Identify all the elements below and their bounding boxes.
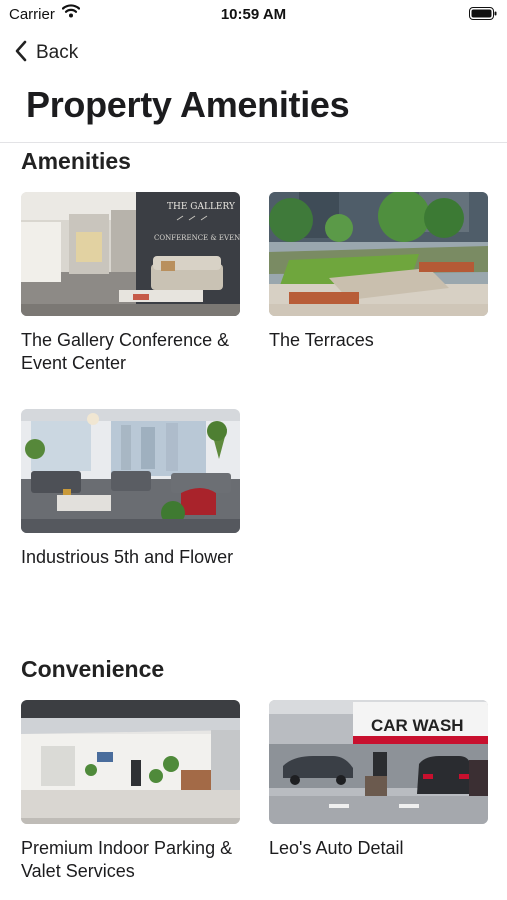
car-wash-sign: CAR WASH <box>371 716 464 735</box>
section-title-amenities: Amenities <box>21 148 131 174</box>
battery-icon <box>469 7 497 20</box>
chevron-left-icon <box>14 40 28 67</box>
status-time: 10:59 AM <box>220 6 287 23</box>
header-divider <box>0 142 507 143</box>
amenity-card-industrious[interactable]: Industrious 5th and Flower <box>21 409 240 569</box>
convenience-card-parking[interactable]: Premium Indoor Parking & Valet Services <box>21 700 240 883</box>
card-label: The Gallery Conference & Event Center <box>21 330 230 373</box>
card-label: Leo's Auto Detail <box>269 838 404 858</box>
amenity-card-gallery[interactable]: THE GALLERY CONFERENCE & EVENT C The Gal… <box>21 192 240 375</box>
parking-image <box>21 700 240 824</box>
terraces-image <box>269 192 488 316</box>
gallery-sign-title: THE GALLERY <box>167 202 236 212</box>
back-button[interactable]: Back <box>14 38 78 68</box>
card-label: The Terraces <box>269 330 374 350</box>
status-bar: Carrier 10:59 AM <box>0 0 507 30</box>
convenience-card-auto-detail[interactable]: CAR WASH Leo's Auto Detail <box>269 700 488 860</box>
back-label: Back <box>36 42 79 63</box>
industrious-image <box>21 409 240 533</box>
gallery-conference-image: THE GALLERY CONFERENCE & EVENT C <box>21 192 240 316</box>
card-label: Industrious 5th and Flower <box>21 547 234 567</box>
auto-detail-image: CAR WASH <box>269 700 488 824</box>
section-title-convenience: Convenience <box>21 656 165 682</box>
card-label: Premium Indoor Parking & Valet Services <box>21 838 233 881</box>
amenity-card-terraces[interactable]: The Terraces <box>269 192 488 352</box>
gallery-sign-subtitle: CONFERENCE & EVENT C <box>154 234 240 242</box>
page-title: Property Amenities <box>26 84 350 125</box>
